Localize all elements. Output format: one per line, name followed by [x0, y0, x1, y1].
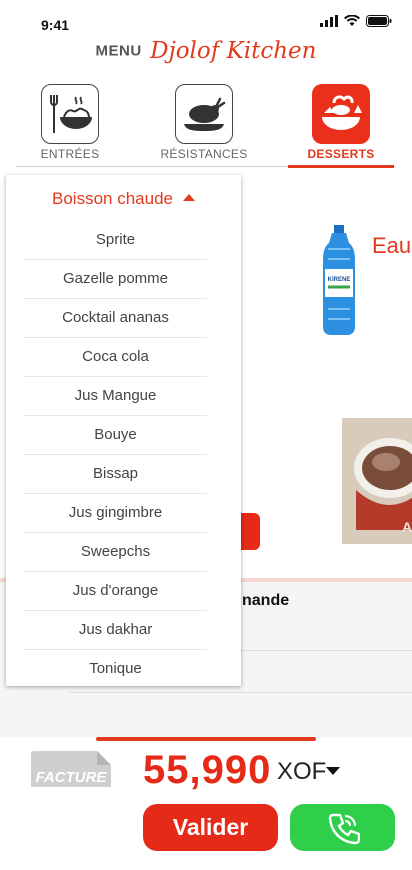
battery-icon [366, 15, 392, 27]
tab-resistances[interactable]: RÉSISTANCES [149, 84, 259, 161]
caret-up-icon [182, 194, 195, 202]
dropdown-item-bouye[interactable]: Bouye [24, 416, 207, 455]
status-time: 9:41 [41, 17, 70, 33]
dropdown-item-jus-dorange[interactable]: Jus d'orange [24, 572, 207, 611]
dropdown-item-jus-dakhar[interactable]: Jus dakhar [24, 611, 207, 650]
dropdown-item-jus-gingimbre[interactable]: Jus gingimbre [24, 494, 207, 533]
tab-label-desserts: DESSERTS [307, 147, 375, 161]
product-name: Eau [372, 233, 412, 258]
dropdown-item-cocktail-ananas[interactable]: Cocktail ananas [24, 299, 207, 338]
order-row-divider [70, 692, 412, 693]
signal-icon [320, 15, 338, 27]
dropdown-item-bissap[interactable]: Bissap [24, 455, 207, 494]
dropdown-item-tonique[interactable]: Tonique [24, 650, 207, 686]
pasta-bowl-icon [41, 84, 99, 144]
dropdown-item-coca-cola[interactable]: Coca cola [24, 338, 207, 377]
water-bottle-image: KIRENE [322, 225, 356, 340]
brand-logo: Djolof Kitchen [150, 38, 317, 64]
dropdown-item-sweepchs[interactable]: Sweepchs [24, 533, 207, 572]
dropdown-item-gazelle-pomme[interactable]: Gazelle pomme [24, 260, 207, 299]
tab-label-resistances: RÉSISTANCES [160, 147, 248, 161]
facture-label: FACTURE [36, 769, 108, 786]
menu-word: MENU [95, 42, 142, 60]
wifi-icon [344, 15, 360, 26]
tab-entrees[interactable]: ENTRÉES [15, 84, 125, 161]
tab-label-entrees: ENTRÉES [40, 147, 100, 161]
bottom-handle [96, 737, 316, 741]
tab-active-indicator [288, 165, 394, 168]
tab-desserts[interactable]: DESSERTS [286, 84, 396, 161]
roast-chicken-icon [175, 84, 233, 144]
currency-select[interactable]: XOF [277, 758, 326, 786]
product-image-cup: A [342, 418, 412, 544]
dropdown-header[interactable]: Boisson chaude [6, 175, 241, 209]
facture-button[interactable]: FACTURE [29, 751, 113, 794]
phone-icon [328, 813, 360, 844]
order-header: nande [242, 592, 290, 609]
status-icons [320, 15, 392, 27]
svg-text:A: A [402, 519, 412, 535]
app-header: MENU Djolof Kitchen [0, 38, 412, 64]
dropdown-title: Boisson chaude [52, 189, 173, 208]
bottle-brand: KIRENE [328, 277, 351, 283]
total-amount: 55,990 [143, 748, 272, 792]
validate-button[interactable]: Valider [143, 804, 278, 851]
drink-category-dropdown: Boisson chaude Sprite Gazelle pomme Cock… [6, 175, 241, 686]
invoice-icon: FACTURE [31, 751, 111, 787]
dropdown-list: Sprite Gazelle pomme Cocktail ananas Coc… [24, 221, 207, 686]
dessert-fruit-icon [312, 84, 370, 144]
call-button[interactable] [290, 804, 395, 851]
chevron-down-icon[interactable] [326, 767, 340, 775]
dropdown-item-jus-mangue[interactable]: Jus Mangue [24, 377, 207, 416]
dropdown-item-sprite[interactable]: Sprite [24, 221, 207, 260]
